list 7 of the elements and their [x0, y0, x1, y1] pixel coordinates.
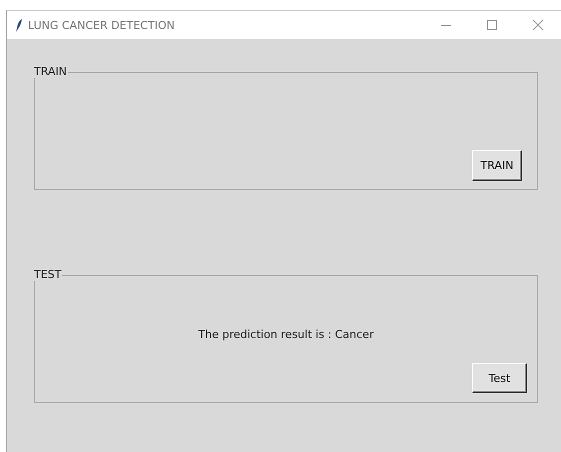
prediction-result: The prediction result is : Cancer: [197, 328, 375, 341]
frame-label: TRAIN: [33, 66, 68, 78]
window-title: LUNG CANCER DETECTION: [28, 18, 175, 32]
frame-label: TEST: [33, 269, 62, 281]
null[interactable]: TRAIN: [472, 150, 522, 181]
feather-icon: [15, 18, 22, 32]
null[interactable]: Test: [472, 363, 527, 393]
